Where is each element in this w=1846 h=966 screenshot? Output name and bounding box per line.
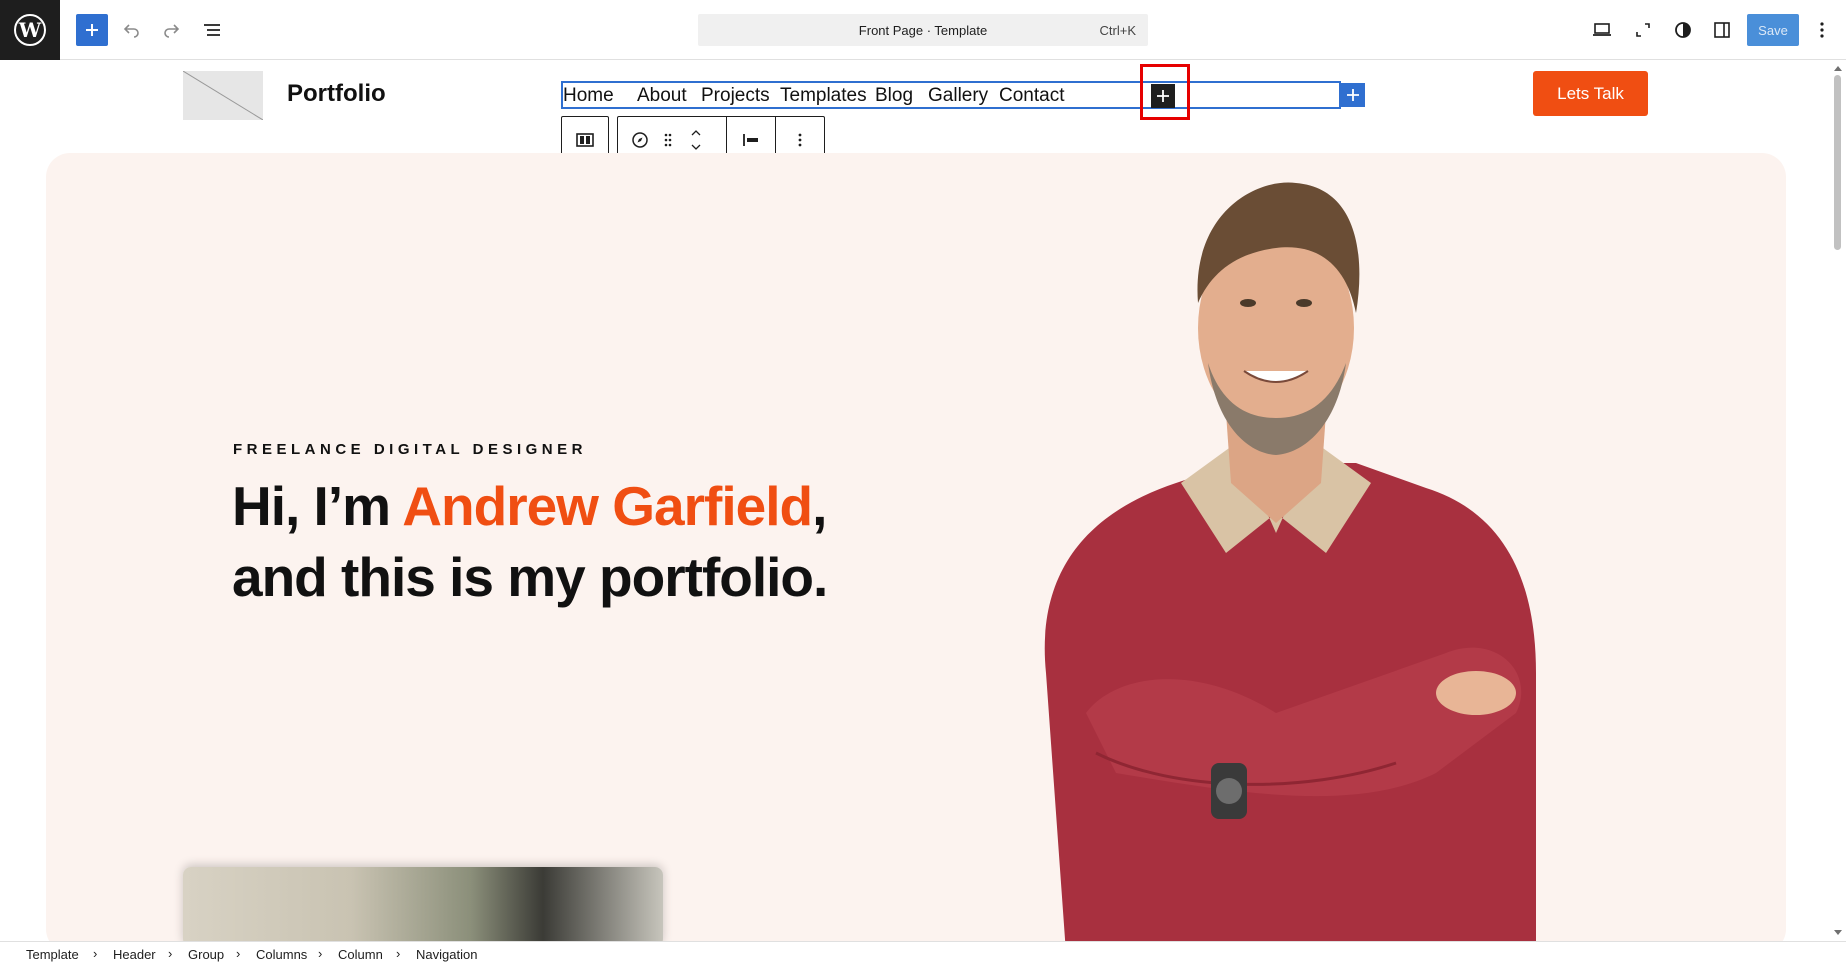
justify-left-icon <box>743 134 758 146</box>
chevron-down-icon <box>691 144 701 150</box>
undo-button[interactable] <box>116 14 148 46</box>
columns-icon <box>576 133 594 147</box>
scroll-up-arrow-icon[interactable] <box>1833 64 1843 72</box>
nav-item-gallery[interactable]: Gallery <box>928 85 988 107</box>
block-inserter-button[interactable] <box>76 14 108 46</box>
plus-icon <box>86 24 98 36</box>
chevron-right-icon: › <box>318 946 323 961</box>
site-title[interactable]: Portfolio <box>287 80 386 108</box>
nav-item-contact[interactable]: Contact <box>999 85 1064 107</box>
options-menu-button[interactable] <box>1806 14 1838 46</box>
desktop-icon <box>1593 23 1611 36</box>
block-breadcrumb: Template › Header › Group › Columns › Co… <box>0 941 1846 966</box>
hero-section[interactable]: FREELANCE DIGITAL DESIGNER Hi, I’m Andre… <box>46 153 1786 941</box>
nav-item-home[interactable]: Home <box>563 85 614 107</box>
nav-item-projects[interactable]: Projects <box>701 85 770 107</box>
preview-device-button[interactable] <box>1586 14 1618 46</box>
hero-eyebrow[interactable]: FREELANCE DIGITAL DESIGNER <box>233 441 587 458</box>
wordpress-icon: W <box>14 14 46 46</box>
nav-item-blog[interactable]: Blog <box>875 85 913 107</box>
sidebar-icon <box>1714 22 1730 38</box>
breadcrumb-columns[interactable]: Columns <box>256 947 307 962</box>
editor-top-toolbar: W Front Page · Template Ctrl+K Save <box>0 0 1846 60</box>
command-palette-title: Front Page · Template <box>858 23 988 38</box>
chevron-right-icon: › <box>396 946 401 961</box>
scrollbar-thumb[interactable] <box>1834 75 1841 250</box>
headline-part-1: Hi, I’m <box>232 475 403 537</box>
chevron-right-icon: › <box>236 946 241 961</box>
svg-text:W: W <box>18 18 42 42</box>
breadcrumb-column[interactable]: Column <box>338 947 383 962</box>
wordpress-logo-button[interactable]: W <box>0 0 60 60</box>
breadcrumb-header[interactable]: Header <box>113 947 156 962</box>
more-vertical-icon <box>798 133 802 147</box>
project-thumbnail-image[interactable] <box>183 867 663 941</box>
expand-icon <box>1636 23 1650 37</box>
contrast-icon <box>1675 22 1691 38</box>
hero-headline[interactable]: Hi, I’m Andrew Garfield, and this is my … <box>232 471 832 613</box>
undo-icon <box>123 24 139 38</box>
save-button[interactable]: Save <box>1747 14 1799 46</box>
editor-canvas[interactable]: Portfolio Home About Projects Templates … <box>0 61 1830 941</box>
chevron-right-icon: › <box>93 946 98 961</box>
styles-button[interactable] <box>1667 14 1699 46</box>
document-overview-button[interactable] <box>196 14 228 46</box>
breadcrumb-template[interactable]: Template <box>26 947 79 962</box>
scroll-down-arrow-icon[interactable] <box>1833 929 1843 937</box>
command-palette-button[interactable]: Front Page · Template Ctrl+K <box>698 14 1148 46</box>
breadcrumb-group[interactable]: Group <box>188 947 224 962</box>
lets-talk-button[interactable]: Lets Talk <box>1533 71 1648 116</box>
highlight-box <box>1140 64 1190 120</box>
command-palette-shortcut: Ctrl+K <box>1099 23 1136 38</box>
more-vertical-icon <box>1820 22 1824 38</box>
nav-item-about[interactable]: About <box>637 85 687 107</box>
canvas-scrollbar[interactable] <box>1830 61 1846 941</box>
nav-item-templates[interactable]: Templates <box>780 85 867 107</box>
list-view-icon <box>204 24 220 36</box>
redo-icon <box>164 24 180 38</box>
chevron-up-icon <box>691 130 701 136</box>
append-block-button[interactable] <box>1341 83 1365 107</box>
breadcrumb-navigation[interactable]: Navigation <box>416 947 477 962</box>
site-logo-placeholder[interactable] <box>183 71 263 120</box>
compass-icon <box>632 132 648 148</box>
logo-placeholder-icon <box>183 71 263 120</box>
zoom-out-button[interactable] <box>1627 14 1659 46</box>
settings-sidebar-button[interactable] <box>1706 14 1738 46</box>
portrait-image[interactable] <box>976 153 1596 941</box>
headline-name: Andrew Garfield <box>402 475 813 537</box>
navigation-block[interactable]: Home About Projects Templates Blog Galle… <box>561 81 1341 109</box>
plus-icon <box>1347 89 1359 101</box>
drag-handle-icon <box>664 133 672 147</box>
redo-button[interactable] <box>155 14 187 46</box>
chevron-right-icon: › <box>168 946 173 961</box>
